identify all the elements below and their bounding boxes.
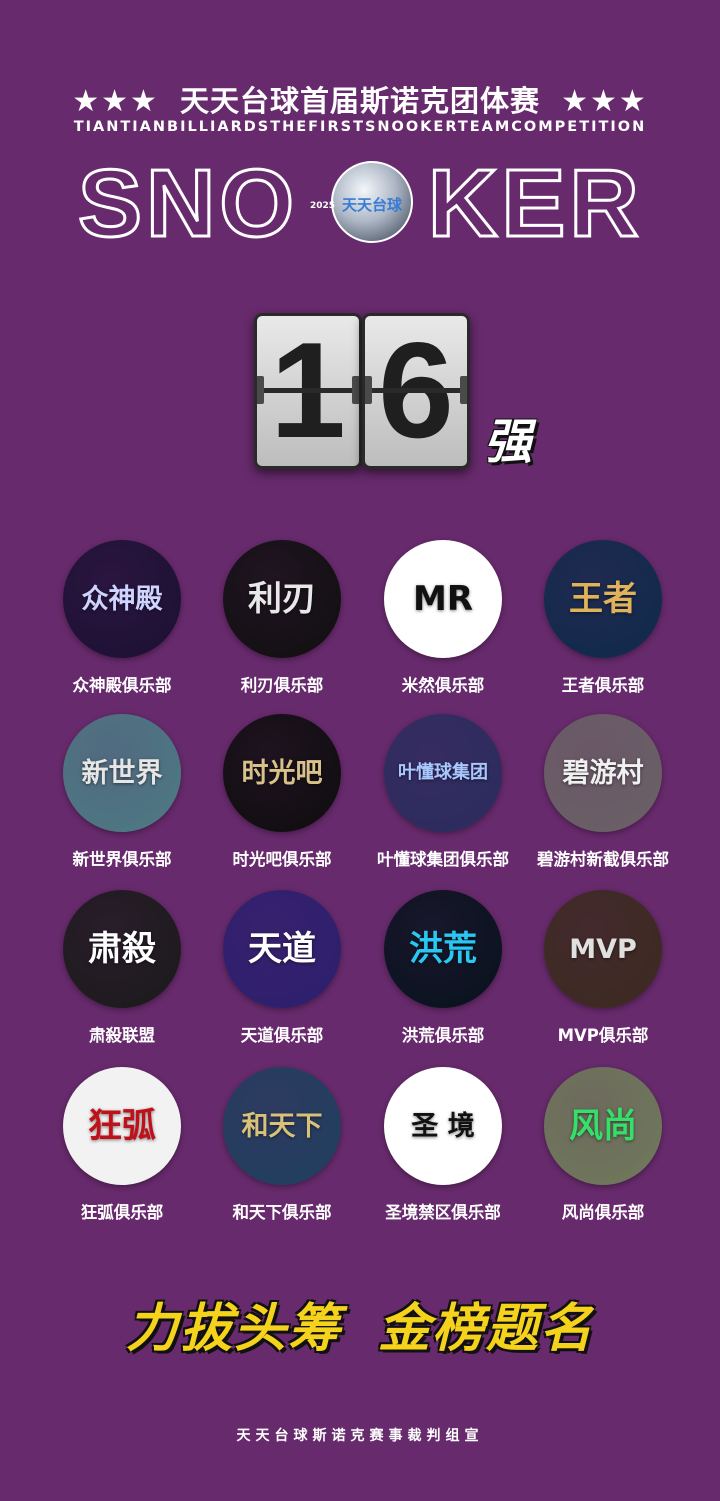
footer-credit: 天天台球斯诺克赛事裁判组宣 <box>236 1428 484 1444</box>
club-logo-text: 风尚 <box>569 1106 637 1146</box>
stars-right: ★★★ <box>561 84 648 119</box>
snooker-text-left-inner: SNO <box>78 152 298 248</box>
club-card: 和天下 和天下俱乐部 <box>202 1067 362 1223</box>
club-logo: 利刃 <box>223 540 341 658</box>
flip-digit-2: 6 <box>362 313 470 469</box>
club-logo-text: 天道 <box>248 929 316 969</box>
club-card: 众神殿 众神殿俱乐部 <box>42 540 202 696</box>
slogan-part-1: 力拔头筹 <box>125 1299 342 1359</box>
title-row: ★★★ 天天台球首届斯诺克团体赛 ★★★ <box>0 78 720 120</box>
club-logo-text: 叶懂球集团 <box>398 762 488 783</box>
flip-divider <box>257 388 359 393</box>
club-logo-text: 狂弧 <box>88 1106 156 1146</box>
slogan-part-2: 金榜题名 <box>378 1299 595 1359</box>
club-logo: 叶懂球集团 <box>384 714 502 832</box>
round-suffix: 强 <box>484 414 533 470</box>
club-card: 狂弧 狂弧俱乐部 <box>42 1067 202 1223</box>
club-logo: 碧游村 <box>544 714 662 832</box>
club-name: 米然俱乐部 <box>401 676 485 695</box>
club-logo-text: 碧游村 <box>562 757 644 789</box>
club-logo-text: 圣 境 <box>411 1110 475 1142</box>
flip-pin <box>352 376 359 404</box>
slogan: 力拔头筹 金榜题名 <box>0 1286 720 1361</box>
club-card: MR 米然俱乐部 <box>363 540 523 696</box>
club-name: MVP俱乐部 <box>557 1026 649 1045</box>
club-logo: 时光吧 <box>223 714 341 832</box>
club-logo: 肃殺 <box>63 890 181 1008</box>
club-name: 王者俱乐部 <box>561 676 645 695</box>
club-card: 圣 境圣境禁区俱乐部 <box>363 1067 523 1223</box>
club-logo: 众神殿 <box>63 540 181 658</box>
stars-left: ★★★ <box>72 84 159 119</box>
club-name: 圣境禁区俱乐部 <box>385 1203 501 1222</box>
club-card: 王者 王者俱乐部 <box>523 540 683 696</box>
club-logo-text: 和天下 <box>241 1110 323 1142</box>
event-subtitle: TIANTIANBILLIARDSTHEFIRSTSNOOKERTEAMCOMP… <box>73 119 647 135</box>
club-logo: 风尚 <box>544 1067 662 1185</box>
club-card: 叶懂球集团叶懂球集团俱乐部 <box>363 714 523 870</box>
snooker-text-right-inner: KER <box>428 152 643 248</box>
club-logo-text: 王者 <box>569 579 637 619</box>
club-card: 时光吧 时光吧俱乐部 <box>202 714 362 870</box>
club-logo-text: 利刃 <box>248 579 316 619</box>
club-name: 和天下俱乐部 <box>232 1203 332 1222</box>
event-title: 天天台球首届斯诺克团体赛 <box>179 84 540 118</box>
club-card: 肃殺 肃殺联盟 <box>42 890 202 1046</box>
club-name: 新世界俱乐部 <box>72 850 172 869</box>
club-name: 时光吧俱乐部 <box>232 850 332 869</box>
club-name: 肃殺联盟 <box>89 1026 155 1045</box>
badge-logo-text: 天天台球 <box>342 196 403 214</box>
club-logo: 狂弧 <box>63 1067 181 1185</box>
club-card: MVP MVP俱乐部 <box>523 890 683 1046</box>
flip-pin <box>460 376 467 404</box>
club-name: 叶懂球集团俱乐部 <box>377 850 509 869</box>
club-logo: 和天下 <box>223 1067 341 1185</box>
club-logo: 圣 境 <box>384 1067 502 1185</box>
flip-pin <box>365 376 372 404</box>
club-logo: MVP <box>544 890 662 1008</box>
flip-pin <box>257 376 264 404</box>
club-card: 新世界 新世界俱乐部 <box>42 714 202 870</box>
club-logo-text: MR <box>412 579 473 619</box>
club-logo: 王者 <box>544 540 662 658</box>
club-logo-text: 时光吧 <box>241 757 323 789</box>
club-name: 利刃俱乐部 <box>240 676 324 695</box>
club-logo-text: 新世界 <box>81 757 163 789</box>
club-card: 风尚 风尚俱乐部 <box>523 1067 683 1223</box>
club-card: 利刃 利刃俱乐部 <box>202 540 362 696</box>
club-name: 天道俱乐部 <box>240 1026 324 1045</box>
club-logo: 洪荒 <box>384 890 502 1008</box>
flip-divider <box>365 388 467 393</box>
club-name: 风尚俱乐部 <box>561 1203 645 1222</box>
badge-year: 2025 <box>310 201 335 211</box>
club-card: 洪荒 洪荒俱乐部 <box>363 890 523 1046</box>
club-name: 众神殿俱乐部 <box>72 676 172 695</box>
club-logo: 天道 <box>223 890 341 1008</box>
club-logo-text: 洪荒 <box>409 929 477 969</box>
club-card: 碧游村碧游村新截俱乐部 <box>523 714 683 870</box>
club-name: 碧游村新截俱乐部 <box>537 850 669 869</box>
flip-digit-1: 1 <box>254 313 362 469</box>
club-logo-text: MVP <box>569 933 637 965</box>
club-logo-text: 众神殿 <box>81 583 163 615</box>
club-name: 洪荒俱乐部 <box>401 1026 485 1045</box>
club-logo-text: 肃殺 <box>88 929 156 969</box>
club-logo: MR <box>384 540 502 658</box>
club-name: 狂弧俱乐部 <box>80 1203 164 1222</box>
club-logo: 新世界 <box>63 714 181 832</box>
club-card: 天道 天道俱乐部 <box>202 890 362 1046</box>
snooker-wordmark: SNO SNO 2025 天天台球 KER KER <box>77 152 643 248</box>
